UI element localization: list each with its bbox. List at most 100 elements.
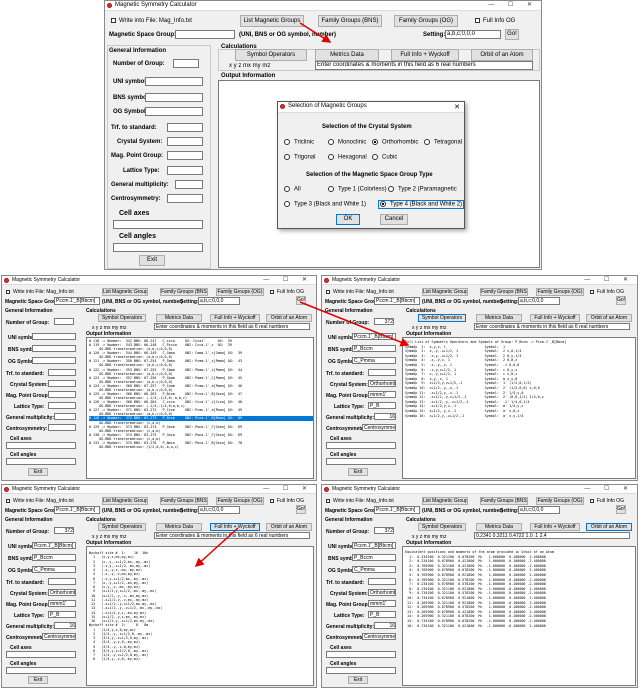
mag-point-input[interactable] [167, 151, 203, 160]
lattice-input[interactable]: P_B [368, 402, 396, 409]
metrics-data-button[interactable]: Metrics Data [156, 523, 202, 531]
list-magnetic-groups-button[interactable]: List Magnetic Groups [422, 497, 468, 505]
output-area[interactable]: # 118 -> Number: 342 BNS: 66.247 C_ccca … [86, 337, 314, 479]
lattice-input[interactable]: P_B [48, 611, 76, 618]
msg-input[interactable]: Pccm.1'_B[Bbcm] [374, 506, 420, 514]
num-group-input[interactable] [54, 318, 74, 325]
centro-input[interactable]: Centrosymmetric [42, 633, 76, 640]
cell-angles-input[interactable] [326, 667, 396, 674]
bns-input[interactable]: P_Bccm [32, 554, 76, 561]
metrics-data-button[interactable]: Metrics Data [156, 314, 202, 322]
mag-point-input[interactable]: mmm1' [368, 391, 396, 398]
symbol-operators-button[interactable]: Symbol Operators [98, 523, 146, 531]
cell-angles-input[interactable] [6, 667, 76, 674]
radio-monoclinic[interactable]: Monoclinic [328, 139, 366, 146]
og-input[interactable]: C_Pmma [352, 357, 396, 364]
list-magnetic-groups-button[interactable]: List Magnetic Groups [102, 288, 148, 296]
centro-input[interactable] [48, 424, 76, 431]
uni-input[interactable] [32, 333, 76, 340]
go-button[interactable]: Go! [296, 505, 306, 514]
lattice-input[interactable] [167, 166, 203, 175]
setting-input[interactable]: a,b,c;0,0,0 [518, 297, 560, 305]
trf-input[interactable] [368, 369, 396, 376]
family-groups-bns-button[interactable]: Family Groups (BNS) [318, 15, 382, 27]
window-controls[interactable]: — ☐ ✕ [584, 485, 634, 492]
radio-orthorhombic[interactable]: Orthorhombic [372, 139, 418, 146]
dialog-cancel-button[interactable]: Cancel [380, 214, 408, 225]
centro-input[interactable]: Centrosymmetric [362, 424, 396, 431]
exit-button[interactable]: Exit [28, 676, 48, 684]
trf-input[interactable] [368, 578, 396, 585]
crystal-input[interactable]: Orthorhombic [48, 589, 76, 596]
radio-type-4[interactable]: Type 4 (Black and White 2) [378, 200, 464, 209]
trf-input[interactable] [48, 369, 76, 376]
cell-angles-input[interactable] [113, 243, 203, 252]
crystal-input[interactable] [167, 137, 203, 146]
coords-input[interactable]: Enter coordinates & moments in this fiel… [154, 323, 310, 330]
go-button[interactable]: Go! [616, 296, 626, 305]
uni-input[interactable]: Pccm.1'_B[Bbcm] [32, 542, 76, 549]
family-groups-bns-button[interactable]: Family Groups (BNS) [480, 497, 528, 505]
bns-input[interactable]: P_Bccm [352, 554, 396, 561]
cell-axes-input[interactable] [326, 651, 396, 658]
lattice-input[interactable] [48, 402, 76, 409]
cell-axes-input[interactable] [6, 442, 76, 449]
metrics-data-button[interactable]: Metrics Data [476, 314, 522, 322]
full-info-wyckoff-button[interactable]: Full Info + Wyckoff [210, 523, 260, 531]
coords-input[interactable]: Enter coordinates & moments in this fiel… [315, 61, 533, 70]
symbol-operators-button[interactable]: Symbol Operators [235, 49, 307, 61]
write-file-checkbox[interactable]: Write into File: Mag_Info.txt [326, 498, 394, 504]
bns-input[interactable] [145, 93, 203, 102]
og-input[interactable]: C_Pmma [32, 566, 76, 573]
family-groups-og-button[interactable]: Family Groups (OG) [536, 497, 584, 505]
full-info-og-checkbox[interactable]: Full Info OG [270, 289, 304, 295]
family-groups-bns-button[interactable]: Family Groups (BNS) [480, 288, 528, 296]
orbit-atom-button[interactable]: Orbit of an Atom [586, 523, 632, 531]
full-info-wyckoff-button[interactable]: Full Info + Wyckoff [530, 523, 580, 531]
og-input[interactable] [32, 357, 76, 364]
write-file-checkbox[interactable]: Write into File: Mag_Info.txt [326, 289, 394, 295]
exit-button[interactable]: Exit [139, 255, 165, 266]
og-input[interactable]: C_Pmma [352, 566, 396, 573]
gen-mult-input[interactable] [54, 413, 76, 420]
mag-point-input[interactable]: mmm1' [48, 600, 76, 607]
cell-axes-input[interactable] [6, 651, 76, 658]
lattice-input[interactable]: P_B [368, 611, 396, 618]
cell-angles-input[interactable] [6, 458, 76, 465]
output-area[interactable]: Full List of Symmetry Operators and Symb… [402, 337, 636, 479]
write-file-checkbox[interactable]: Write into File: Mag_Info.txt [6, 289, 74, 295]
bns-input[interactable]: P_Bccm [352, 345, 396, 352]
mag-point-input[interactable] [48, 391, 76, 398]
setting-input[interactable]: a,b,c;0,0,0 [518, 506, 560, 514]
uni-input[interactable]: Pccm.1'_B[Bbcm] [352, 333, 396, 340]
crystal-input[interactable] [48, 380, 76, 387]
output-area[interactable]: Equivalent positions and moments of the … [402, 546, 636, 686]
orbit-atom-button[interactable]: Orbit of an Atom [586, 314, 632, 322]
trf-input[interactable] [48, 578, 76, 585]
output-area[interactable]: Wyckoff site # 1: 16 16n 1 (x,y,z,mx,my,… [86, 546, 314, 686]
family-groups-bns-button[interactable]: Family Groups (BNS) [160, 288, 208, 296]
exit-button[interactable]: Exit [348, 676, 368, 684]
coords-input[interactable]: Enter coordinates & moments in this fiel… [154, 532, 310, 539]
list-magnetic-groups-button[interactable]: List Magnetic Groups [422, 288, 468, 296]
full-info-og-checkbox[interactable]: Full Info OG [270, 498, 304, 504]
centro-input[interactable] [167, 194, 203, 203]
metrics-data-button[interactable]: Metrics Data [476, 523, 522, 531]
write-file-checkbox[interactable]: Write into File: Mag_Info.txt [6, 498, 74, 504]
list-magnetic-groups-button[interactable]: List Magnetic Groups [240, 15, 304, 27]
orbit-atom-button[interactable]: Orbit of an Atom [266, 314, 312, 322]
radio-type-all[interactable]: All [284, 186, 301, 193]
uni-input[interactable]: Pccm.1'_B[Bbcm] [352, 542, 396, 549]
exit-button[interactable]: Exit [28, 468, 48, 476]
num-group-input[interactable] [173, 59, 199, 68]
metrics-data-button[interactable]: Metrics Data [315, 49, 379, 61]
num-group-input[interactable]: 372 [374, 527, 394, 534]
mag-point-input[interactable]: mmm1' [368, 600, 396, 607]
msg-input[interactable] [175, 30, 235, 39]
radio-trigonal[interactable]: Trigonal [284, 154, 315, 161]
num-group-input[interactable]: 372 [374, 318, 394, 325]
radio-triclinic[interactable]: Triclinic [284, 139, 314, 146]
centro-input[interactable]: Centrosymmetric [362, 633, 396, 640]
family-groups-og-button[interactable]: Family Groups (OG) [216, 497, 264, 505]
family-groups-og-button[interactable]: Family Groups (OG) [216, 288, 264, 296]
